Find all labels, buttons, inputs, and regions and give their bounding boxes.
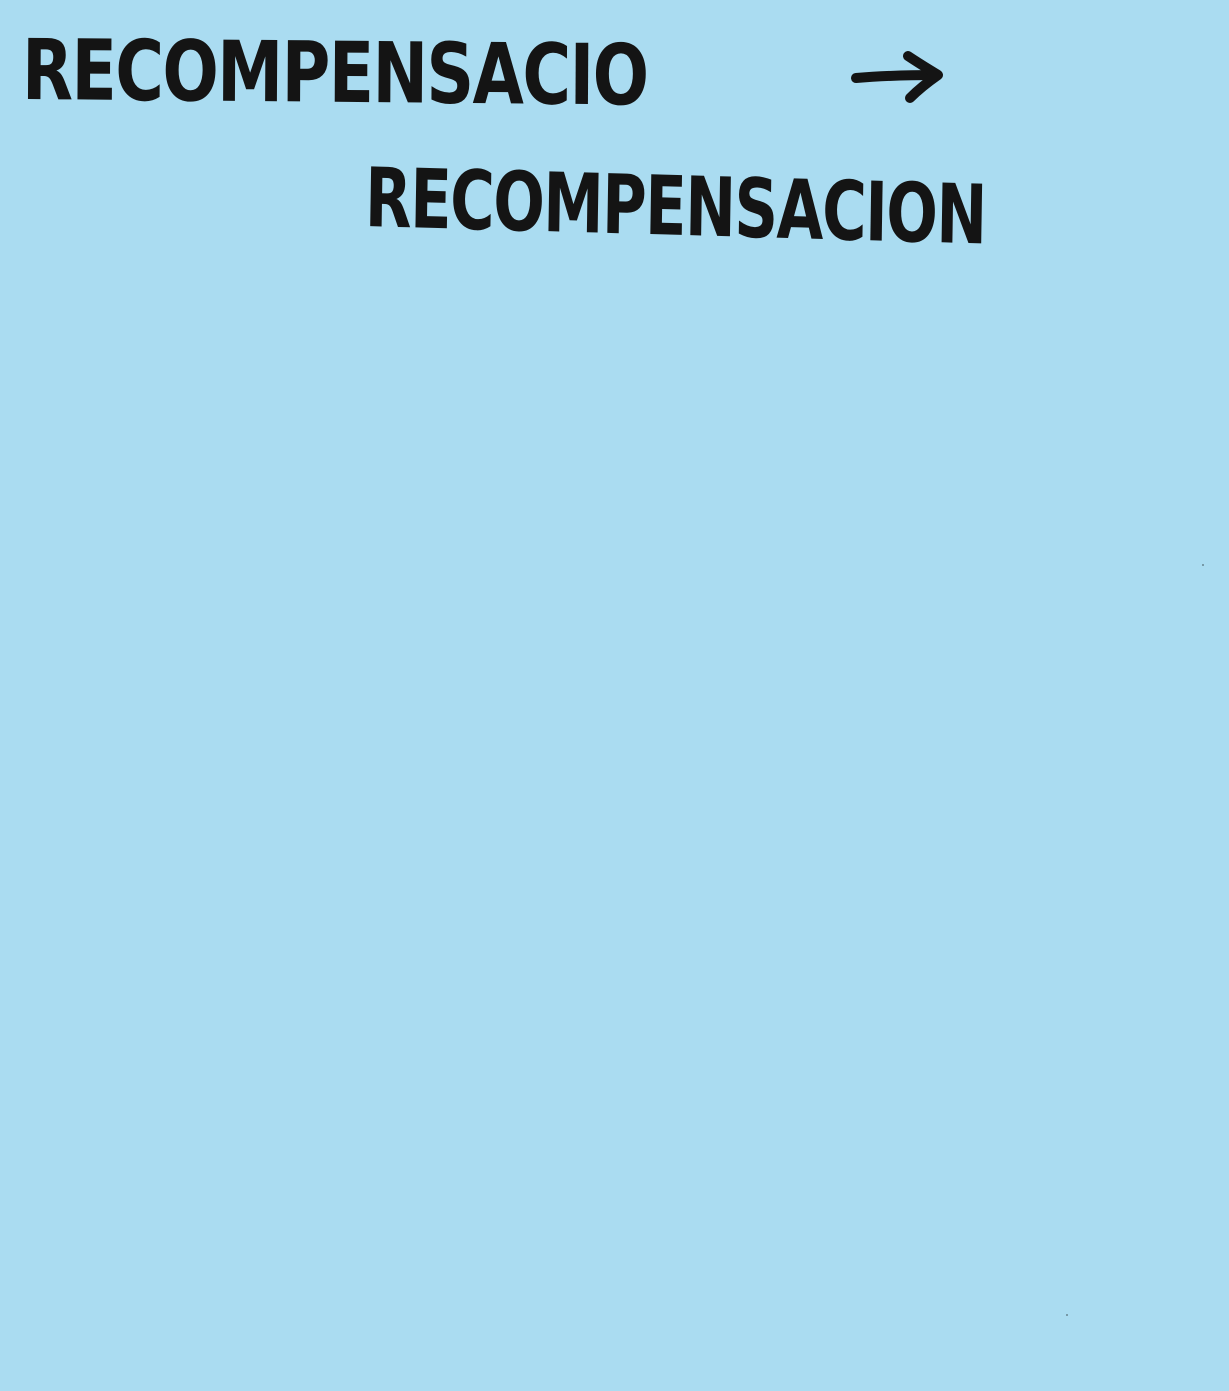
paper-speck: [1202, 564, 1204, 566]
paper-speck: [1066, 1314, 1068, 1316]
handwritten-corrected-word: RECOMPENSACION: [364, 151, 987, 264]
sticky-note: RECOMPENSACIO RECOMPENSACION: [0, 0, 1229, 1391]
handwritten-original-word: RECOMPENSACIO: [21, 21, 648, 125]
right-arrow-icon: [851, 51, 943, 103]
